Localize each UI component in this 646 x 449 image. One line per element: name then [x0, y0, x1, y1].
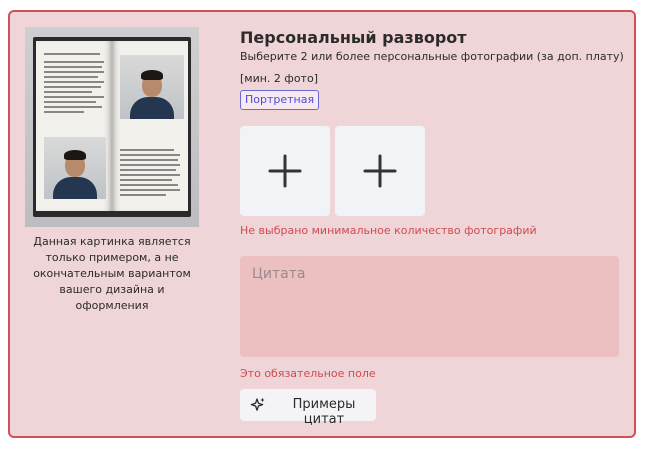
sparkle-icon: [250, 397, 265, 411]
min-photos-note: [мин. 2 фото]: [240, 72, 318, 85]
quote-input[interactable]: [240, 256, 619, 357]
required-field-error: Это обязательное поле: [240, 367, 376, 380]
preview-disclaimer: Данная картинка является только примером…: [33, 235, 191, 312]
page-title: Персональный разворот: [240, 28, 467, 47]
plus-icon: [363, 154, 397, 188]
example-preview-image: [25, 27, 199, 227]
plus-icon: [268, 154, 302, 188]
sample-portrait-top-right: [120, 55, 184, 119]
photo-upload-slot-2[interactable]: [335, 126, 425, 216]
personal-spread-card: Данная картинка является только примером…: [8, 10, 636, 438]
open-book-illustration: [33, 37, 191, 217]
photo-count-error: Не выбрано минимальное количество фотогр…: [240, 224, 537, 237]
book-right-page: [112, 41, 188, 211]
sample-portrait-bottom-left: [44, 137, 106, 199]
photo-upload-slot-1[interactable]: [240, 126, 330, 216]
quote-examples-label: Примеры цитат: [292, 397, 356, 427]
book-left-page: [36, 41, 112, 211]
quote-examples-button[interactable]: Примеры цитат: [240, 389, 376, 427]
style-tag-portrait: Портретная: [240, 90, 320, 110]
instruction-text: Выберите 2 или более персональные фотогр…: [240, 50, 624, 63]
